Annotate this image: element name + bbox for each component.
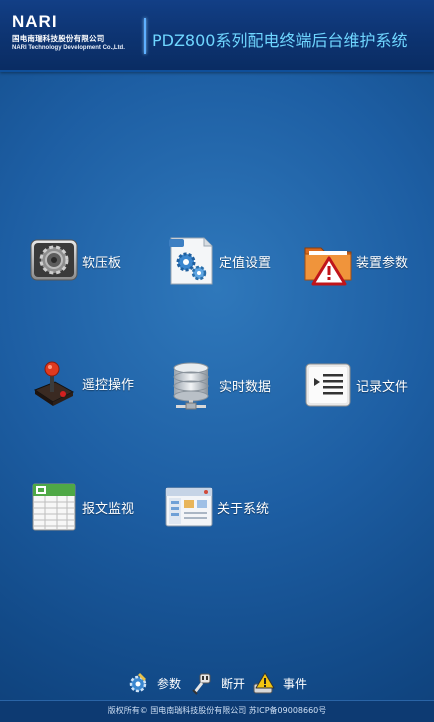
- joystick-icon: [29, 358, 79, 408]
- menu-remote-control[interactable]: 遥控操作: [29, 358, 134, 408]
- params-icon: [129, 673, 147, 693]
- events-warning-icon: [253, 672, 275, 694]
- events-label: 事件: [283, 676, 308, 691]
- events-button[interactable]: 事件: [252, 671, 307, 695]
- logo-company-en: NARI Technology Development Co.,Ltd.: [12, 45, 125, 51]
- logo-company-cn: 国电南瑞科技股份有限公司: [12, 34, 105, 43]
- copyright-bar: 版权所有© 国电南瑞科技股份有限公司 苏ICP备09008660号: [0, 700, 434, 722]
- menu-about-system[interactable]: 关于系统: [164, 482, 269, 532]
- menu-label: 关于系统: [217, 501, 270, 517]
- params-button[interactable]: 参数: [126, 671, 181, 695]
- disconnect-label: 断开: [221, 676, 246, 691]
- header-bar: NARI 国电南瑞科技股份有限公司 NARI Technology Develo…: [0, 0, 434, 72]
- menu-label: 定值设置: [219, 255, 272, 271]
- menu-label: 实时数据: [219, 379, 272, 395]
- params-label: 参数: [157, 676, 182, 691]
- disconnect-icon: [192, 673, 211, 695]
- logo-text: NARI: [12, 12, 58, 31]
- menu-label: 装置参数: [356, 255, 409, 271]
- gear-icon: [29, 236, 79, 286]
- list-file-icon: [303, 360, 353, 410]
- settings-document-icon: [166, 236, 216, 286]
- menu-record-files[interactable]: 记录文件: [303, 360, 408, 410]
- menu-label: 报文监视: [82, 501, 135, 517]
- warning-folder-icon: [303, 236, 353, 286]
- menu-setting-values[interactable]: 定值设置: [166, 236, 271, 286]
- app-title: PDZ800系列配电终端后台维护系统: [152, 31, 408, 50]
- bottom-toolbar: 参数 断开 事件: [0, 671, 434, 697]
- menu-label: 记录文件: [356, 379, 409, 395]
- window-icon: [164, 482, 214, 532]
- nari-logo: NARI 国电南瑞科技股份有限公司 NARI Technology Develo…: [12, 13, 137, 52]
- database-icon: [166, 360, 216, 410]
- menu-soft-plate[interactable]: 软压板: [29, 236, 121, 286]
- disconnect-button[interactable]: 断开: [190, 671, 245, 695]
- menu-realtime-data[interactable]: 实时数据: [166, 360, 271, 410]
- menu-device-params[interactable]: 装置参数: [303, 236, 408, 286]
- menu-label: 软压板: [82, 255, 122, 271]
- spreadsheet-icon: [29, 482, 79, 532]
- header-divider: [144, 18, 146, 54]
- menu-label: 遥控操作: [82, 377, 135, 393]
- menu-message-monitor[interactable]: 报文监视: [29, 482, 134, 532]
